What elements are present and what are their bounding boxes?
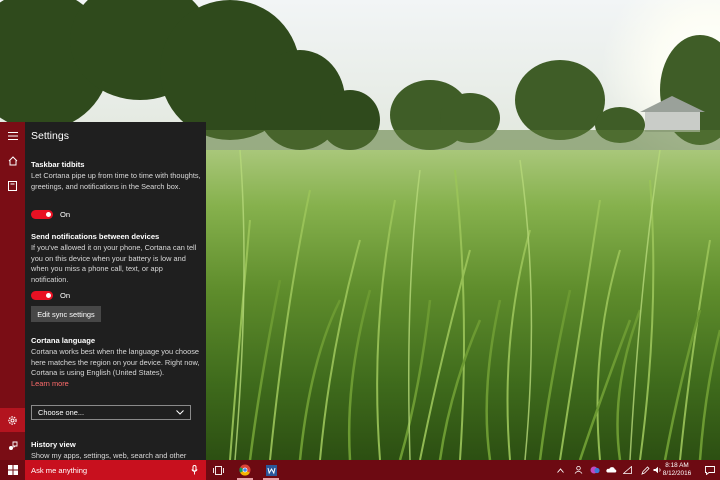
toggle-state-label: On: [60, 209, 71, 219]
section-title: History view: [31, 440, 76, 449]
toggle-state-label: On: [60, 290, 71, 300]
feedback-button[interactable]: [0, 434, 25, 458]
send-notifications-toggle-row: On: [31, 289, 70, 301]
task-view-button[interactable]: [206, 460, 230, 480]
taskbar-tidbits-toggle-row: On: [31, 208, 70, 220]
learn-more-link[interactable]: Learn more: [31, 379, 201, 388]
chevron-down-icon: [176, 410, 184, 415]
cortana-language-section: Cortana language Cortana works best when…: [31, 336, 201, 388]
menu-button[interactable]: [0, 124, 25, 148]
chrome-taskbar-button[interactable]: [233, 460, 257, 480]
section-description: Show my apps, settings, web, search and …: [31, 451, 187, 460]
cortana-nav-rail: [0, 122, 25, 460]
clock-time: 8:18 AM: [665, 462, 689, 469]
word-icon: [265, 464, 277, 476]
search-box[interactable]: Ask me anything: [25, 460, 206, 480]
settings-button[interactable]: [0, 408, 25, 432]
edit-sync-settings-button[interactable]: Edit sync settings: [31, 306, 101, 322]
home-button[interactable]: [0, 149, 25, 173]
section-description: If you've allowed it on your phone, Cort…: [31, 243, 197, 284]
section-title: Cortana language: [31, 336, 96, 345]
people-icon: [574, 466, 582, 474]
taskbar-clock[interactable]: 8:18 AM 8/12/2016: [660, 462, 694, 478]
search-placeholder: Ask me anything: [31, 465, 88, 475]
dropdown-value: Choose one...: [38, 408, 85, 417]
section-description: Cortana works best when the language you…: [31, 347, 200, 378]
gear-icon: [8, 415, 17, 425]
action-center-button[interactable]: [700, 460, 720, 480]
tray-app[interactable]: [587, 460, 603, 480]
tray-people[interactable]: [570, 460, 586, 480]
tray-network[interactable]: [619, 460, 635, 480]
send-notifications-toggle[interactable]: [31, 290, 53, 300]
language-dropdown[interactable]: Choose one...: [31, 405, 191, 420]
page-title: Settings: [31, 130, 69, 142]
taskbar-tidbits-section: Taskbar tidbits Let Cortana pipe up from…: [31, 160, 201, 192]
app-tray-icon: [590, 466, 600, 474]
task-view-icon: [212, 465, 224, 475]
section-title: Taskbar tidbits: [31, 160, 85, 169]
home-icon: [8, 156, 17, 166]
section-description: Let Cortana pipe up from time to time wi…: [31, 171, 201, 191]
hamburger-menu-icon: [7, 132, 18, 140]
notebook-button[interactable]: [0, 174, 25, 198]
clock-date: 8/12/2016: [662, 470, 692, 477]
send-notifications-section: Send notifications between devices If yo…: [31, 232, 201, 285]
word-taskbar-button[interactable]: [259, 460, 283, 480]
cortana-settings-panel: Settings Taskbar tidbits Let Cortana pip…: [25, 122, 206, 460]
notebook-icon: [8, 181, 17, 191]
start-button[interactable]: [0, 460, 25, 480]
chevron-up-icon: [556, 467, 564, 473]
tray-onedrive[interactable]: [603, 460, 619, 480]
windows-logo-icon: [7, 465, 18, 475]
history-view-section: History view Show my apps, settings, web…: [31, 440, 201, 460]
chrome-icon: [239, 464, 251, 476]
show-hidden-icons-button[interactable]: [552, 460, 568, 480]
section-title: Send notifications between devices: [31, 232, 160, 241]
onedrive-icon: [605, 467, 616, 473]
microphone-icon[interactable]: [191, 465, 198, 475]
taskbar-tidbits-toggle[interactable]: [31, 209, 53, 219]
feedback-icon: [8, 441, 17, 450]
taskbar: Ask me anything 8:18 AM 8/12/2016: [0, 460, 720, 480]
notification-icon: [705, 465, 715, 475]
network-icon: [622, 466, 632, 474]
